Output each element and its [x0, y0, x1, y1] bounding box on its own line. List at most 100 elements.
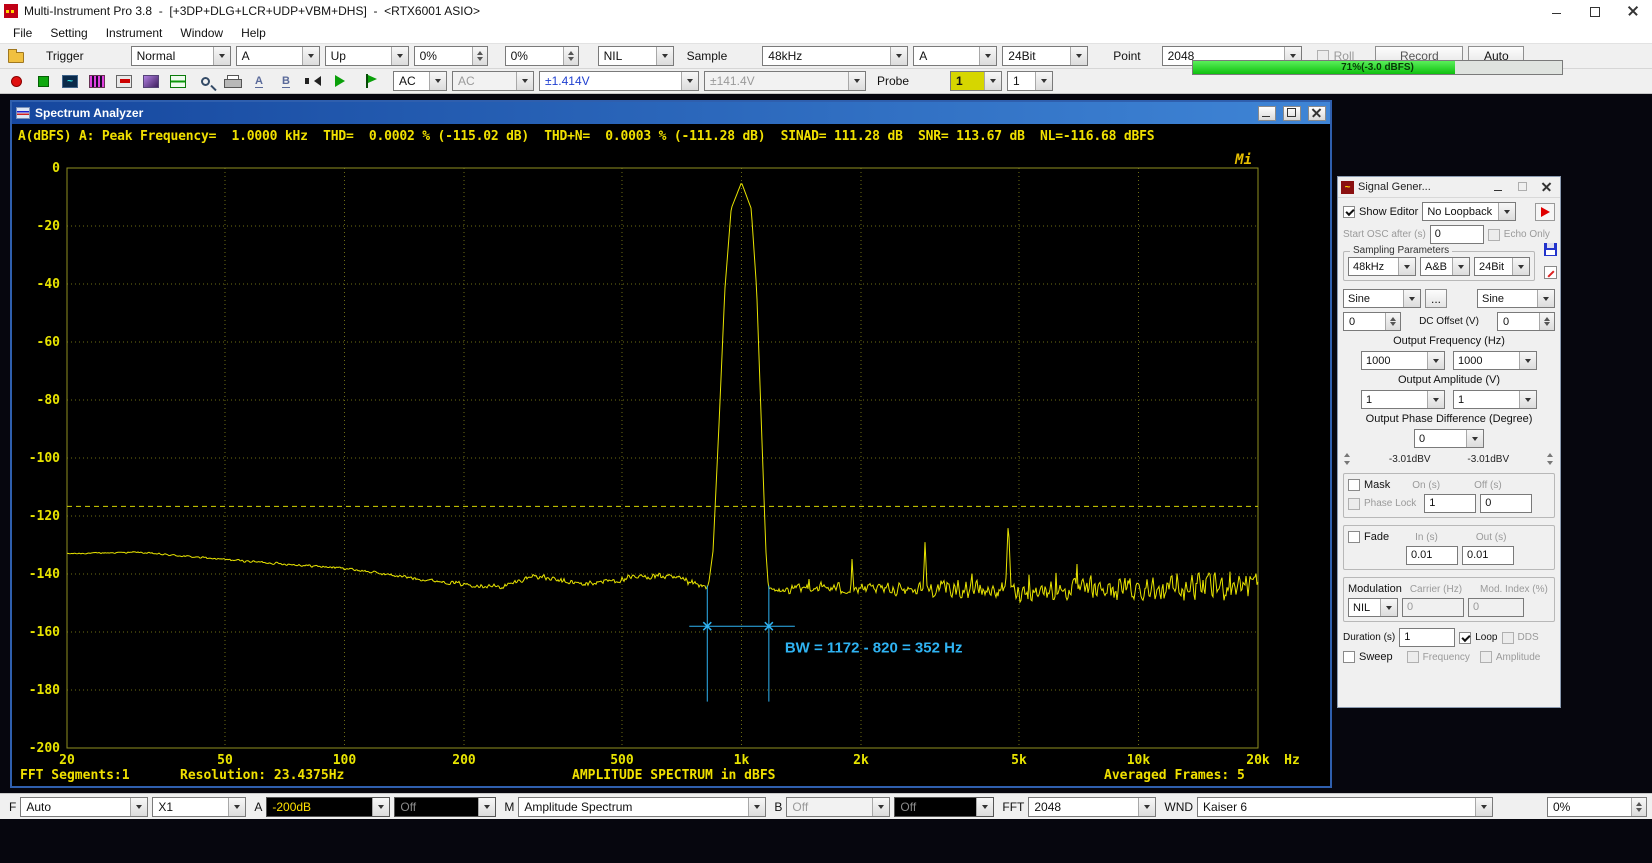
- close-button[interactable]: [1614, 0, 1652, 22]
- sweep-amplitude-checkbox[interactable]: [1480, 651, 1492, 663]
- stop-button[interactable]: [32, 71, 54, 91]
- loop-checkbox[interactable]: [1459, 632, 1471, 644]
- overlap-spinner[interactable]: 0%: [1547, 797, 1647, 817]
- mod-index-input[interactable]: 0: [1468, 598, 1524, 617]
- maximize-button[interactable]: [1513, 179, 1533, 196]
- mask-checkbox[interactable]: [1348, 479, 1360, 491]
- probe-b-select[interactable]: 1: [1007, 71, 1053, 91]
- trigger-hpf-select[interactable]: NIL: [598, 46, 674, 66]
- signal-generator-titlebar[interactable]: Signal Gener...: [1338, 177, 1560, 198]
- b-mode-select[interactable]: Off: [894, 797, 994, 817]
- multimeter-button[interactable]: [113, 71, 135, 91]
- sweep-frequency-checkbox[interactable]: [1407, 651, 1419, 663]
- fine-adjust-b-spinner[interactable]: [1546, 452, 1555, 466]
- range-a-select[interactable]: ±1.414V: [539, 71, 699, 91]
- sound-button[interactable]: [302, 71, 324, 91]
- spinner-arrows-icon[interactable]: [1385, 313, 1400, 330]
- echo-only-checkbox[interactable]: [1488, 229, 1500, 241]
- spectrum-plot[interactable]: 0-20-40-60-80-100-120-140-160-180-200205…: [12, 148, 1330, 766]
- dds-checkbox[interactable]: [1502, 632, 1514, 644]
- amplitude-b-combo[interactable]: 1: [1453, 390, 1537, 409]
- minimize-button[interactable]: [1258, 106, 1276, 121]
- menu-help[interactable]: Help: [232, 24, 275, 42]
- minimize-button[interactable]: [1538, 0, 1576, 22]
- range-b-select[interactable]: ±141.4V: [704, 71, 866, 91]
- b-range-select[interactable]: Off: [786, 797, 890, 817]
- a-range-select[interactable]: -200dB: [266, 797, 390, 817]
- maximize-button[interactable]: [1576, 0, 1614, 22]
- zoom-factor-select[interactable]: X1: [152, 797, 246, 817]
- spinner-arrows-icon[interactable]: [563, 47, 578, 65]
- generator-bits-select[interactable]: 24Bit: [1474, 257, 1530, 276]
- fade-in-input[interactable]: 0.01: [1406, 546, 1458, 565]
- record-button[interactable]: [5, 71, 27, 91]
- waveform-a-select[interactable]: Sine: [1343, 289, 1421, 308]
- sample-rate-select[interactable]: 48kHz: [762, 46, 908, 66]
- spinner-arrows-icon[interactable]: [472, 47, 487, 65]
- display-mode-select[interactable]: Amplitude Spectrum: [518, 797, 766, 817]
- loopback-select[interactable]: No Loopback: [1422, 202, 1516, 221]
- menu-instrument[interactable]: Instrument: [97, 24, 172, 42]
- trigger-edge-select[interactable]: Up: [325, 46, 409, 66]
- spectrum-plot-area[interactable]: 0-20-40-60-80-100-120-140-160-180-200205…: [12, 148, 1330, 766]
- fade-checkbox[interactable]: [1348, 531, 1360, 543]
- mask-on-input[interactable]: 1: [1424, 494, 1476, 513]
- amplitude-a-combo[interactable]: 1: [1361, 390, 1445, 409]
- open-file-button[interactable]: [5, 46, 27, 66]
- modulation-type-select[interactable]: NIL: [1348, 598, 1398, 617]
- probe-a-select[interactable]: 1: [950, 71, 1002, 91]
- label-a-button[interactable]: A: [248, 71, 270, 91]
- sweep-checkbox[interactable]: [1343, 651, 1355, 663]
- fade-out-input[interactable]: 0.01: [1462, 546, 1514, 565]
- spinner-arrows-icon[interactable]: [1539, 313, 1554, 330]
- close-button[interactable]: [1308, 106, 1326, 121]
- print-button[interactable]: [221, 71, 243, 91]
- spinner-arrows-icon[interactable]: [1631, 798, 1646, 816]
- trigger-source-select[interactable]: A: [236, 46, 320, 66]
- oscilloscope-button[interactable]: [59, 71, 81, 91]
- zoom-button[interactable]: [194, 71, 216, 91]
- trigger-level-spinner[interactable]: 0%: [414, 46, 488, 66]
- edit-signal-icon[interactable]: [1544, 266, 1557, 279]
- more-waveform-button[interactable]: ...: [1425, 289, 1447, 308]
- trigger-mode-select[interactable]: Normal: [131, 46, 231, 66]
- generator-run-button[interactable]: [1535, 203, 1555, 221]
- label-b-button[interactable]: B: [275, 71, 297, 91]
- fft-size-select[interactable]: 2048: [1028, 797, 1156, 817]
- carrier-input[interactable]: 0: [1402, 598, 1464, 617]
- duration-input[interactable]: 1: [1399, 628, 1455, 647]
- mask-off-input[interactable]: 0: [1480, 494, 1532, 513]
- frequency-a-combo[interactable]: 1000: [1361, 351, 1445, 370]
- menu-file[interactable]: File: [4, 24, 41, 42]
- dc-offset-a-spinner[interactable]: 0: [1343, 312, 1401, 331]
- window-function-select[interactable]: Kaiser 6: [1197, 797, 1493, 817]
- a-mode-select[interactable]: Off: [394, 797, 496, 817]
- phase-lock-checkbox[interactable]: [1348, 498, 1360, 510]
- run-button[interactable]: [329, 71, 351, 91]
- minimize-button[interactable]: [1489, 179, 1509, 196]
- menu-setting[interactable]: Setting: [41, 24, 96, 42]
- trigger-delay-spinner[interactable]: 0%: [505, 46, 579, 66]
- spectrum-window-titlebar[interactable]: Spectrum Analyzer: [12, 102, 1330, 124]
- flag-button[interactable]: [356, 71, 378, 91]
- spectrum-3d-button[interactable]: [140, 71, 162, 91]
- fine-adjust-a-spinner[interactable]: [1343, 452, 1352, 466]
- dc-offset-b-spinner[interactable]: 0: [1497, 312, 1555, 331]
- data-logger-button[interactable]: [167, 71, 189, 91]
- frequency-axis-select[interactable]: Auto: [20, 797, 148, 817]
- sample-bits-select[interactable]: 24Bit: [1002, 46, 1088, 66]
- generator-rate-select[interactable]: 48kHz: [1348, 257, 1416, 276]
- waveform-b-select[interactable]: Sine: [1477, 289, 1555, 308]
- maximize-button[interactable]: [1283, 106, 1301, 121]
- menu-window[interactable]: Window: [171, 24, 232, 42]
- save-icon[interactable]: [1544, 243, 1557, 256]
- coupling-a-select[interactable]: AC: [393, 71, 447, 91]
- phase-difference-combo[interactable]: 0: [1414, 429, 1484, 448]
- sample-channel-select[interactable]: A: [913, 46, 997, 66]
- start-osc-input[interactable]: 0: [1430, 225, 1484, 244]
- close-button[interactable]: [1537, 179, 1557, 196]
- frequency-b-combo[interactable]: 1000: [1453, 351, 1537, 370]
- generator-channel-select[interactable]: A&B: [1420, 257, 1470, 276]
- spectrum-analyzer-button[interactable]: [86, 71, 108, 91]
- show-editor-checkbox[interactable]: [1343, 206, 1355, 218]
